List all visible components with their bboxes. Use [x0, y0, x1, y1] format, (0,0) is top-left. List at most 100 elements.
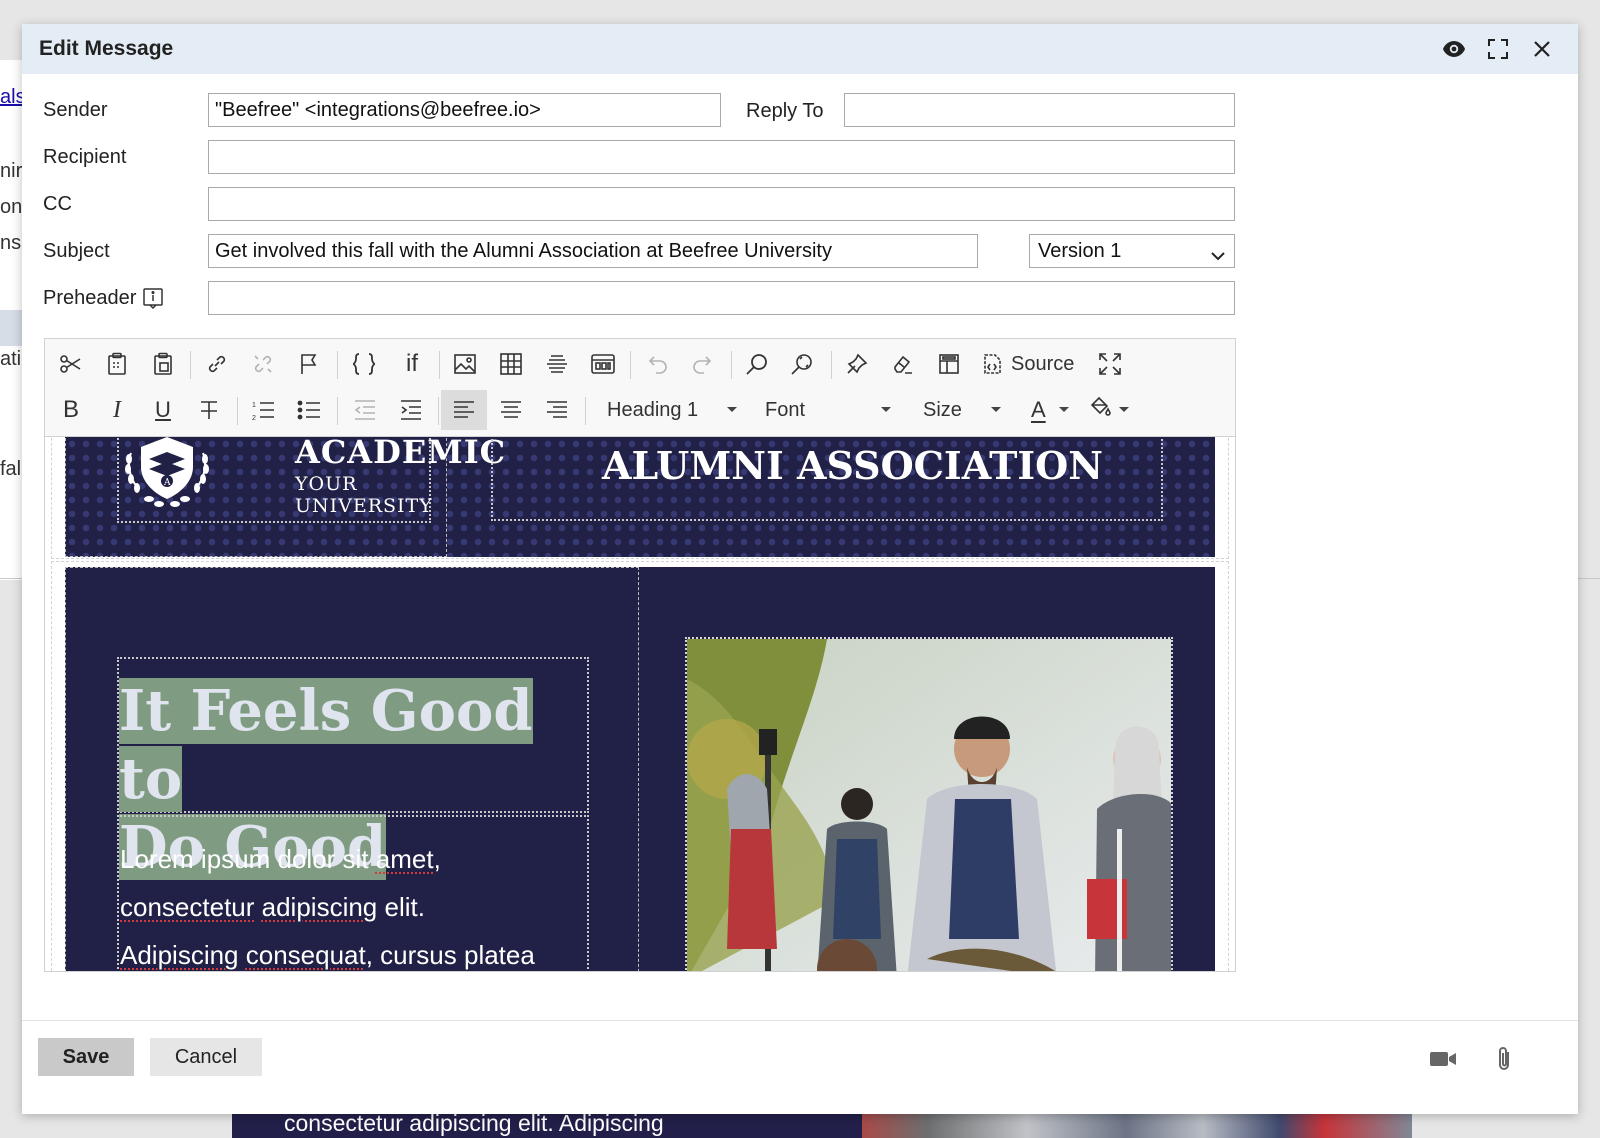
edit-message-dialog: Edit Message Sender "Beefree" <integrati… [22, 24, 1578, 1114]
preheader-label: Preheader [43, 287, 137, 309]
body-text-segment: , [433, 844, 441, 874]
toolbar-row: B I U 12 Heading 1 Font Size A [45, 387, 1235, 433]
dropdown-arrow-icon [991, 407, 1001, 412]
replace-icon[interactable] [787, 344, 819, 384]
reply-to-label: Reply To [746, 100, 824, 122]
background-text: nir [0, 160, 23, 182]
source-label: Source [1011, 352, 1075, 375]
background-email-text: consectetur adipiscing elit. Adipiscing [284, 1112, 664, 1136]
headline-line-1: It Feels Good to [119, 678, 533, 812]
text-color-button[interactable]: A [1031, 390, 1069, 430]
misspelled-word: consectetur [120, 892, 255, 922]
background-selection [0, 310, 22, 346]
attachment-icon[interactable] [1490, 1044, 1520, 1074]
fullscreen-icon[interactable] [1093, 344, 1127, 384]
background-email-photo [862, 1112, 1412, 1138]
unlink-icon[interactable] [247, 344, 279, 384]
editor-content[interactable]: A ACADEMIC YOUR UNIVERSITY ALUMNI ASSOCI… [45, 437, 1235, 971]
table-icon[interactable] [495, 344, 527, 384]
undo-icon[interactable] [641, 344, 673, 384]
sender-label: Sender [43, 99, 108, 121]
outdent-icon[interactable] [349, 390, 381, 430]
svg-text:2: 2 [252, 415, 256, 421]
numbered-list-icon[interactable]: 12 [247, 390, 279, 430]
background-text: ati [0, 348, 22, 370]
save-button[interactable]: Save [38, 1038, 134, 1076]
remove-format-icon[interactable] [887, 344, 919, 384]
align-left-icon[interactable] [441, 390, 487, 430]
close-icon[interactable] [1530, 37, 1554, 61]
editor-toolbar: if Source B I U 1 2 Heading 1 Font Size … [45, 339, 1235, 437]
volunteers-photo[interactable] [685, 637, 1173, 971]
bold-button[interactable]: B [55, 390, 87, 430]
body-text-segment: elit. [377, 892, 425, 922]
background-color-button[interactable] [1089, 390, 1129, 430]
align-center-icon[interactable] [495, 390, 527, 430]
font-combo[interactable]: Font [765, 390, 891, 430]
conditional-if-icon[interactable]: if [395, 344, 429, 384]
merge-tags-icon[interactable] [347, 344, 381, 384]
version-select[interactable]: Version 1 [1029, 234, 1235, 268]
subject-field[interactable]: Get involved this fall with the Alumni A… [208, 234, 978, 268]
format-combo-value: Heading 1 [607, 398, 699, 421]
recipient-label: Recipient [43, 146, 127, 168]
misspelled-word: adipiscing [261, 892, 378, 922]
eye-icon[interactable] [1442, 37, 1466, 61]
italic-button[interactable]: I [101, 390, 133, 430]
redo-icon[interactable] [687, 344, 719, 384]
image-icon[interactable] [449, 344, 481, 384]
align-right-icon[interactable] [541, 390, 573, 430]
paste-icon[interactable] [147, 344, 179, 384]
svg-text:A: A [163, 478, 171, 488]
video-icon[interactable] [1428, 1044, 1458, 1074]
strikethrough-icon[interactable] [193, 390, 225, 430]
body-text-segment: Lorem ipsum dolor sit [120, 844, 376, 874]
size-combo[interactable]: Size [923, 390, 1001, 430]
horizontal-line-icon[interactable] [541, 344, 573, 384]
logo-block[interactable]: A ACADEMIC YOUR UNIVERSITY [117, 437, 505, 523]
cancel-button[interactable]: Cancel [150, 1038, 262, 1076]
version-select-value: Version 1 [1038, 240, 1122, 262]
bulleted-list-icon[interactable] [293, 390, 325, 430]
logo-subtitle: YOUR UNIVERSITY [295, 473, 433, 517]
template-icon[interactable] [933, 344, 965, 384]
recipient-field[interactable] [208, 140, 1235, 174]
toolbar-row: if Source [45, 341, 1235, 387]
svg-text:1: 1 [252, 402, 256, 409]
anchor-flag-icon[interactable] [293, 344, 325, 384]
reply-to-field[interactable] [844, 93, 1235, 127]
font-combo-value: Font [765, 398, 806, 421]
footer-divider [22, 1020, 1578, 1021]
banner-title: ALUMNI ASSOCIATION [601, 443, 1103, 488]
cut-icon[interactable] [55, 344, 87, 384]
indent-icon[interactable] [395, 390, 427, 430]
banner-title-block[interactable]: ALUMNI ASSOCIATION [491, 437, 1163, 521]
background-text: on [0, 196, 23, 218]
format-combo[interactable]: Heading 1 [607, 390, 737, 430]
dropdown-arrow-icon [727, 407, 737, 412]
copy-icon[interactable] [101, 344, 133, 384]
maximize-icon[interactable] [1486, 37, 1510, 61]
misspelled-word: amet [375, 844, 434, 874]
preheader-field[interactable] [208, 281, 1235, 315]
dialog-header: Edit Message [22, 24, 1578, 74]
dropdown-arrow-icon [881, 407, 891, 412]
body-text-segment: , cursus platea [365, 940, 535, 970]
misspelled-word: consequat [245, 940, 366, 970]
paint-bucket-icon [1089, 396, 1111, 424]
cc-field[interactable] [208, 187, 1235, 221]
find-icon[interactable] [741, 344, 773, 384]
dropdown-arrow-icon [1059, 407, 1069, 412]
info-icon[interactable] [142, 287, 164, 314]
chevron-down-icon [1210, 242, 1226, 274]
size-combo-value: Size [923, 398, 962, 421]
body-paragraph[interactable]: Lorem ipsum dolor sit amet, consectetur … [120, 835, 590, 971]
dropdown-arrow-icon [1119, 407, 1129, 412]
rich-text-editor: if Source B I U 1 2 Heading 1 Font Size … [44, 338, 1236, 972]
sender-field[interactable]: "Beefree" <integrations@beefree.io> [208, 93, 721, 127]
special-block-icon[interactable] [587, 344, 619, 384]
special-links-icon[interactable] [841, 344, 873, 384]
source-button[interactable]: Source [981, 344, 1081, 384]
link-icon[interactable] [201, 344, 233, 384]
underline-button[interactable]: U [147, 390, 179, 430]
